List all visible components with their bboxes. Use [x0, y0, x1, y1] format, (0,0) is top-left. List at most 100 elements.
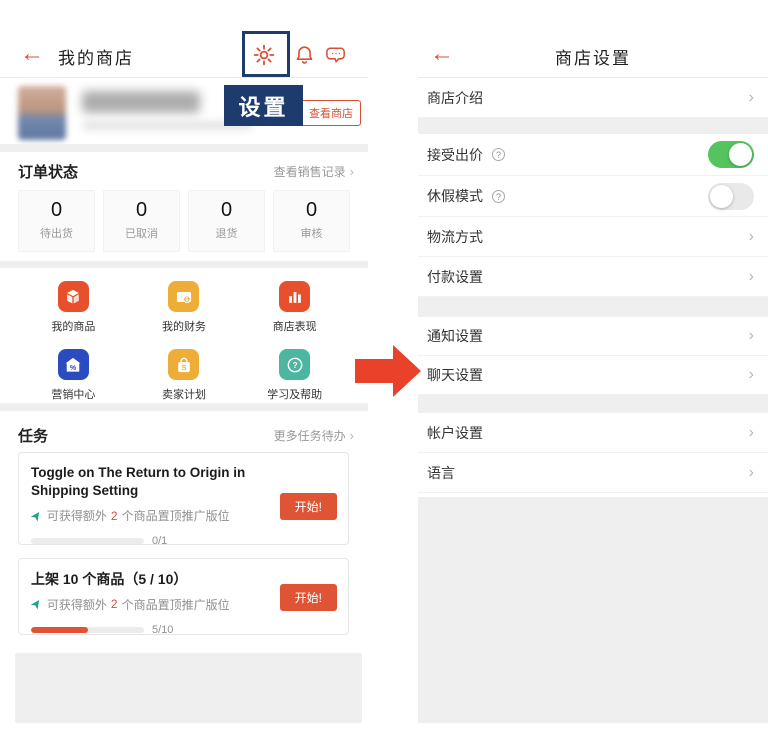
row-label: 语言	[427, 464, 455, 481]
tasks-title: 任务	[18, 428, 49, 445]
start-button[interactable]: 开始!	[279, 584, 337, 611]
more-tasks-label: 更多任务待办	[273, 429, 346, 443]
chevron-right-icon: ›	[748, 366, 754, 383]
left-header: ← 我的商店	[0, 30, 368, 78]
settings-row-account[interactable]: 帐户设置 ›	[418, 413, 768, 453]
products-icon	[57, 281, 89, 312]
right-header: ← 商店设置	[418, 30, 768, 78]
page-title: 商店设置	[555, 49, 631, 68]
task-progress: 0/1	[31, 535, 336, 547]
reward-suffix: 个商品置顶推广版位	[121, 597, 230, 612]
toggle-knob	[729, 143, 752, 166]
performance-icon	[279, 281, 311, 312]
svg-text:S: S	[181, 362, 186, 371]
chevron-right-icon: ›	[349, 428, 354, 443]
menu-my-finance[interactable]: $ 我的财务	[129, 281, 240, 334]
menu-my-products[interactable]: 我的商品	[18, 281, 129, 334]
sales-history-label: 查看销售记录	[273, 165, 346, 179]
back-icon[interactable]: ←	[20, 40, 44, 68]
settings-row-chat[interactable]: 聊天设置 ›	[418, 356, 768, 395]
settings-list: 商店介绍 › 接受出价 ? 休假模式 ? 物流方式 › 付款设置 › 通知设置 …	[418, 78, 768, 493]
row-label: 商店介绍	[427, 89, 483, 106]
row-label: 物流方式	[427, 228, 483, 245]
chevron-right-icon: ›	[748, 463, 754, 481]
stat-count: 0	[305, 199, 318, 221]
settings-row-payment[interactable]: 付款设置 ›	[418, 257, 768, 297]
svg-text:$: $	[185, 297, 188, 303]
stat-label: 审核	[300, 228, 323, 240]
settings-row-notifications[interactable]: 通知设置 ›	[418, 317, 768, 356]
stat-cancelled[interactable]: 0 已取消	[103, 190, 180, 252]
menu-label: 卖家计划	[161, 389, 206, 401]
help-icon[interactable]: ?	[492, 148, 505, 161]
section-divider	[0, 144, 368, 152]
progress-label: 0/1	[152, 535, 168, 548]
finance-icon: $	[168, 281, 200, 312]
order-status-header: 订单状态 查看销售记录 ›	[0, 161, 368, 185]
chevron-right-icon: ›	[748, 327, 754, 344]
stat-label: 已取消	[125, 228, 158, 240]
stat-review[interactable]: 0 审核	[273, 190, 350, 252]
task-title: Toggle on The Return to Origin in Shippi…	[31, 465, 246, 499]
row-label: 接受出价	[427, 146, 483, 163]
settings-row-vacation-mode[interactable]: 休假模式 ?	[418, 176, 768, 217]
menu-label: 我的商品	[51, 321, 96, 333]
my-shop-screen: ← 我的商店 设置 查看商店 订单状态 查看销售记录 › 0 待出货 0 已取消…	[0, 0, 368, 745]
stat-count: 0	[135, 199, 148, 221]
learn-help-icon: ?	[279, 349, 311, 380]
section-divider	[418, 118, 768, 134]
chevron-right-icon: ›	[748, 423, 754, 441]
stat-to-ship[interactable]: 0 待出货	[18, 190, 95, 252]
svg-text:?: ?	[292, 360, 297, 370]
shop-menu-grid: 我的商品 $ 我的财务 商店表现 % 营销中心 S 卖家计划 ? 学习及帮助	[18, 281, 350, 402]
settings-row-shop-intro[interactable]: 商店介绍 ›	[418, 78, 768, 118]
reward-prefix: 可获得额外	[46, 597, 107, 612]
order-status-title: 订单状态	[18, 164, 79, 181]
start-button[interactable]: 开始!	[279, 493, 337, 520]
more-tasks-link[interactable]: 更多任务待办 ›	[274, 427, 354, 444]
menu-learn-help[interactable]: ? 学习及帮助	[239, 349, 350, 402]
placeholder-block	[15, 653, 362, 723]
settings-row-accept-offers[interactable]: 接受出价 ?	[418, 134, 768, 176]
chevron-right-icon: ›	[748, 227, 754, 245]
row-label: 付款设置	[427, 268, 483, 285]
row-label: 通知设置	[427, 328, 483, 344]
reward-prefix: 可获得额外	[46, 509, 107, 524]
section-divider	[0, 261, 368, 268]
row-label: 聊天设置	[427, 367, 483, 383]
stat-label: 退货	[215, 228, 238, 240]
progress-label: 5/10	[152, 623, 174, 636]
vacation-mode-toggle[interactable]	[708, 182, 754, 210]
progress-track	[31, 626, 144, 633]
task-card-list-products[interactable]: 上架 10 个商品（5 / 10） ➤ 可获得额外 2 个商品置顶推广版位 开始…	[18, 558, 349, 636]
settings-row-shipping[interactable]: 物流方式 ›	[418, 217, 768, 257]
toggle-knob	[710, 184, 733, 208]
shop-name-blurred	[82, 91, 200, 113]
seller-plan-icon: S	[168, 349, 200, 380]
help-icon[interactable]: ?	[492, 189, 505, 203]
menu-label: 商店表现	[272, 321, 317, 333]
settings-row-language[interactable]: 语言 ›	[418, 453, 768, 493]
page-title: 我的商店	[58, 49, 134, 68]
gear-highlight-box	[242, 31, 290, 77]
task-card-return-to-origin[interactable]: Toggle on The Return to Origin in Shippi…	[18, 452, 349, 547]
menu-marketing-centre[interactable]: % 营销中心	[18, 349, 129, 402]
shop-profile-card[interactable]: 查看商店	[0, 79, 368, 144]
menu-label: 营销中心	[51, 389, 96, 401]
pointer-arrow-icon	[355, 344, 422, 403]
sprout-icon: ➤	[26, 595, 46, 613]
chevron-right-icon: ›	[748, 267, 754, 285]
sales-history-link[interactable]: 查看销售记录 ›	[274, 163, 354, 180]
svg-text:%: %	[70, 364, 77, 372]
chat-bubble-icon[interactable]	[325, 43, 349, 67]
tasks-header: 任务 更多任务待办 ›	[0, 425, 368, 449]
stat-returns[interactable]: 0 退货	[188, 190, 265, 252]
stat-count: 0	[220, 199, 233, 221]
accept-offers-toggle[interactable]	[708, 141, 754, 168]
view-shop-button[interactable]: 查看商店	[301, 100, 361, 126]
menu-shop-performance[interactable]: 商店表现	[239, 281, 350, 334]
menu-label: 学习及帮助	[267, 389, 323, 401]
notifications-bell-icon[interactable]	[293, 43, 317, 67]
settings-tooltip: 设置	[224, 85, 303, 126]
menu-seller-plan[interactable]: S 卖家计划	[129, 349, 240, 402]
